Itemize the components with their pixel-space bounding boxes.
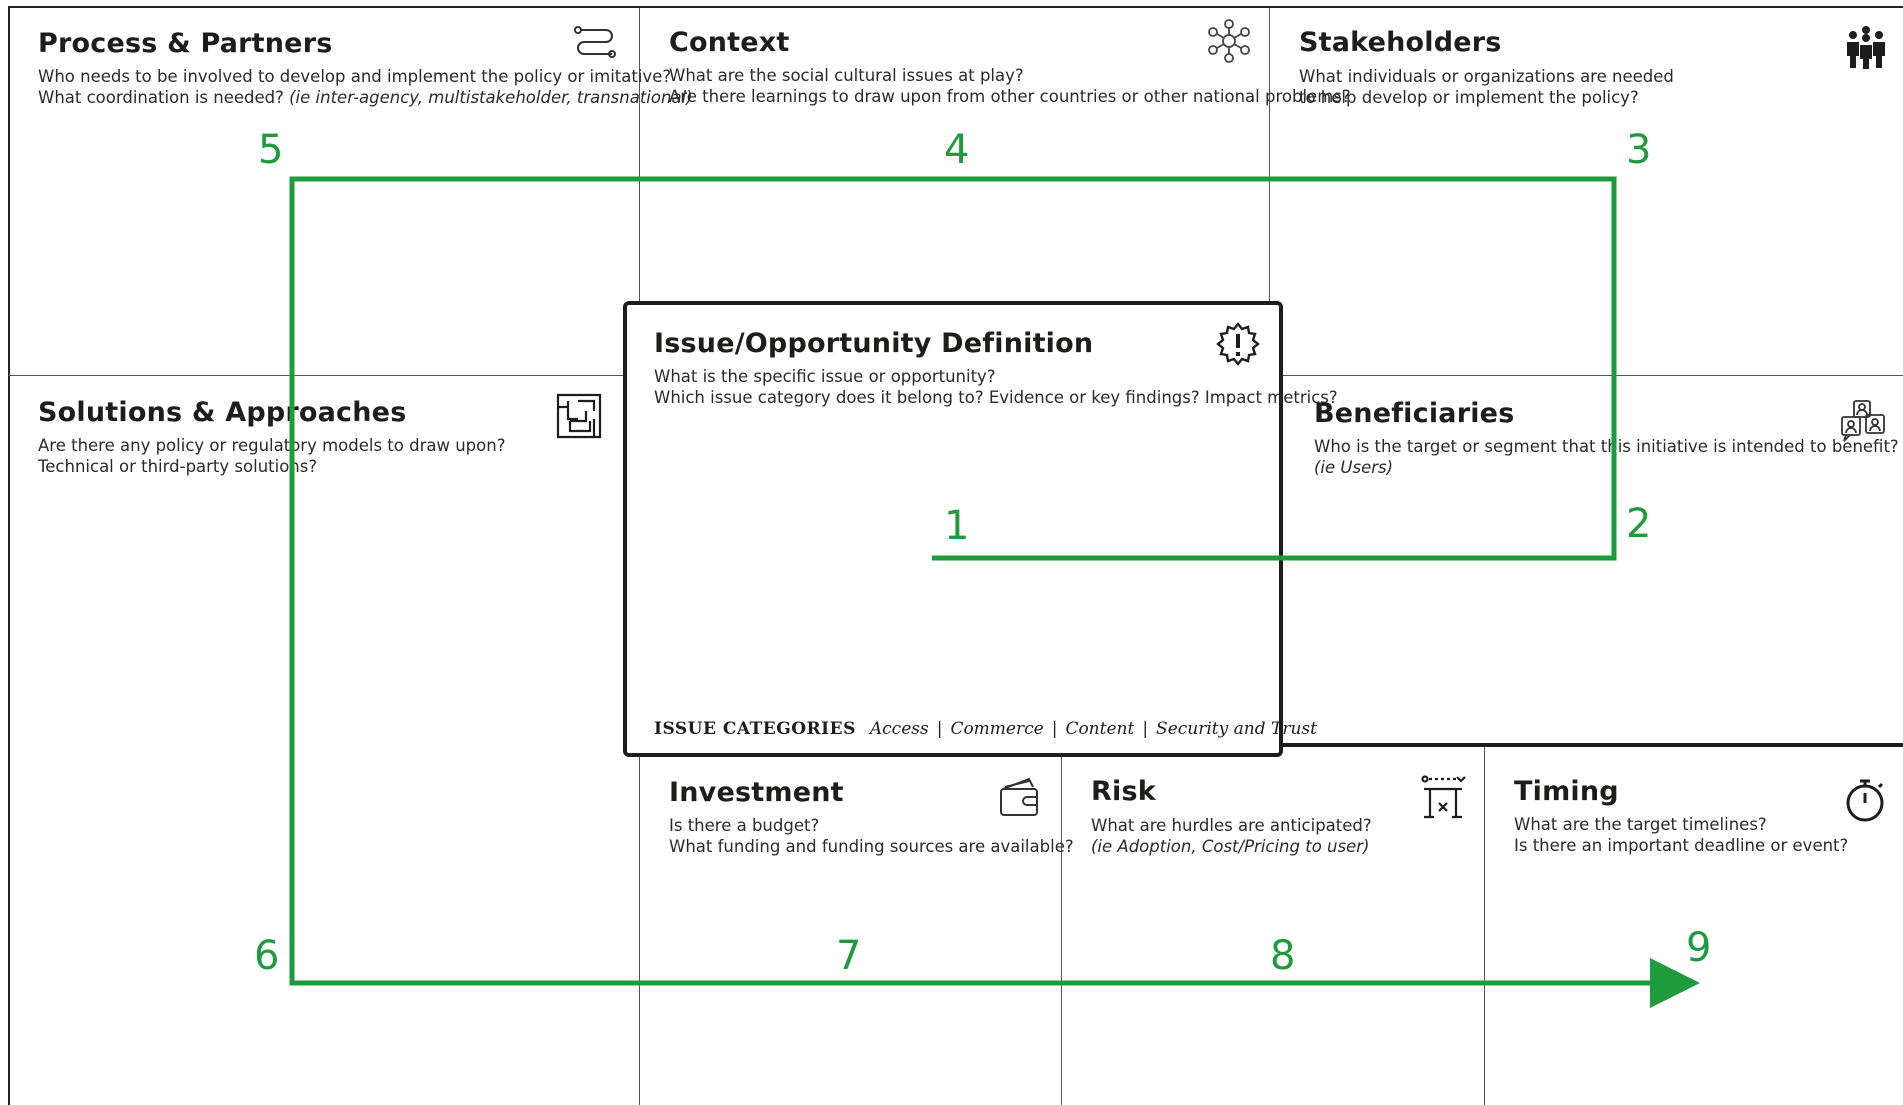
process-partners-question-2-text: What coordination is needed?: [38, 88, 290, 107]
bottom-col-divider-1: [639, 757, 640, 1105]
flow-step-6: 6: [254, 933, 280, 979]
process-partners-title: Process & Partners: [38, 28, 333, 59]
process-partners-question-2: What coordination is needed? (ie inter-a…: [38, 87, 693, 108]
left-border: [8, 6, 10, 1105]
context-title: Context: [669, 27, 790, 58]
bottom-right-border: [1281, 743, 1903, 747]
top-row-divider-right: [1281, 375, 1903, 376]
category-commerce: Commerce: [950, 719, 1044, 739]
hurdle-icon: [1420, 775, 1466, 821]
flow-step-1: 1: [944, 503, 970, 549]
category-separator: |: [1142, 719, 1149, 739]
flow-step-7: 7: [836, 933, 862, 979]
stopwatch-icon: [1842, 777, 1888, 823]
issue-question-2: Which issue category does it belong to? …: [654, 388, 1338, 407]
issue-categories-row: ISSUE CATEGORIES Access | Commerce | Content |…: [654, 719, 1317, 739]
top-row-divider: [8, 375, 625, 376]
beneficiaries-question-1: Who is the target or segment that this i…: [1314, 437, 1899, 456]
timing-question-1: What are the target timelines?: [1514, 815, 1767, 834]
timing-question-2: Is there an important deadline or event?: [1514, 836, 1849, 855]
col-divider-2: [1269, 8, 1270, 301]
process-partners-question-2-italic: (ie inter-agency, multistakeholder, tran…: [289, 88, 693, 107]
flow-step-4: 4: [944, 127, 970, 173]
solutions-title: Solutions & Approaches: [38, 397, 407, 428]
route-icon: [572, 22, 618, 68]
network-icon: [1206, 18, 1252, 64]
flow-step-2: 2: [1626, 501, 1652, 547]
beneficiaries-question-2-italic: (ie Users): [1314, 458, 1394, 477]
investment-question-2: What funding and funding sources are ava…: [669, 837, 1074, 856]
category-separator: |: [1051, 719, 1058, 739]
risk-question-2: (ie Adoption, Cost/Pricing to user): [1091, 836, 1369, 857]
risk-question-1: What are hurdles are anticipated?: [1091, 816, 1372, 835]
flow-step-3: 3: [1626, 127, 1652, 173]
timing-title: Timing: [1514, 776, 1619, 807]
col-divider-1: [639, 8, 640, 301]
investment-title: Investment: [669, 777, 844, 808]
risk-title: Risk: [1091, 776, 1156, 807]
category-content: Content: [1065, 719, 1135, 739]
beneficiaries-question-2: (ie Users): [1314, 457, 1393, 478]
category-separator: |: [936, 719, 943, 739]
process-partners-question-1: Who needs to be involved to develop and …: [38, 67, 672, 86]
solutions-question-1: Are there any policy or regulatory model…: [38, 436, 506, 455]
stakeholders-title: Stakeholders: [1299, 27, 1502, 58]
risk-question-2-italic: (ie Adoption, Cost/Pricing to user): [1091, 837, 1370, 856]
beneficiaries-title: Beneficiaries: [1314, 398, 1515, 429]
people-group-icon: [1843, 24, 1889, 70]
category-access: Access: [869, 719, 929, 739]
context-question-1: What are the social cultural issues at p…: [669, 66, 1024, 85]
issue-question-1: What is the specific issue or opportunit…: [654, 367, 996, 386]
category-security-trust: Security and Trust: [1156, 719, 1317, 739]
wallet-icon: [997, 775, 1043, 821]
flow-step-5: 5: [258, 127, 284, 173]
alert-badge-icon: [1215, 322, 1261, 368]
users-chat-icon: [1840, 399, 1886, 445]
bottom-col-divider-2: [1061, 757, 1062, 1105]
stakeholders-question-2: to help develop or implement the policy?: [1299, 88, 1639, 107]
issue-categories-label: ISSUE CATEGORIES: [654, 719, 856, 739]
top-border: [8, 6, 1903, 8]
bottom-col-divider-3: [1484, 747, 1485, 1105]
investment-question-1: Is there a budget?: [669, 816, 820, 835]
policy-canvas: Process & Partners Who needs to be invol…: [0, 0, 1903, 1105]
stakeholders-question-1: What individuals or organizations are ne…: [1299, 67, 1674, 86]
solutions-question-2: Technical or third-party solutions?: [38, 457, 318, 476]
flow-step-9: 9: [1686, 925, 1712, 971]
issue-title: Issue/Opportunity Definition: [654, 328, 1094, 359]
maze-icon: [556, 393, 602, 439]
flow-step-8: 8: [1270, 933, 1296, 979]
context-question-2: Are there learnings to draw upon from ot…: [669, 87, 1351, 106]
